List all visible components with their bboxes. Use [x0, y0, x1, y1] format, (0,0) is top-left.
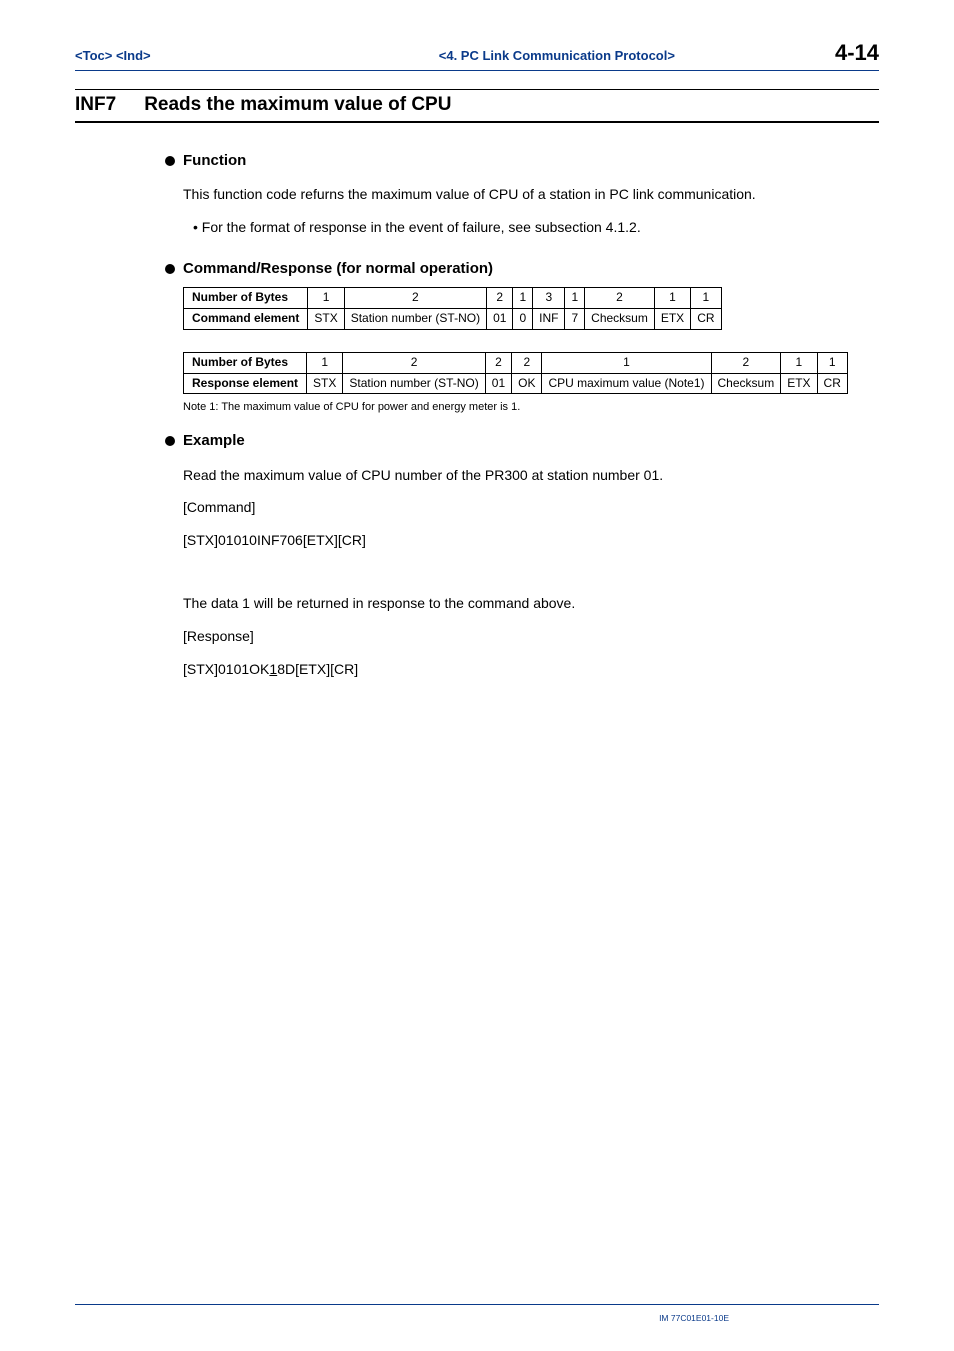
page-number: 4-14 [835, 40, 879, 66]
resp-post: 8D[ETX][CR] [277, 661, 358, 677]
table-row: Number of Bytes 1 2 2 2 1 2 1 1 [184, 352, 848, 373]
resp-pre: [STX]0101OK [183, 661, 269, 677]
cell: CR [817, 373, 847, 394]
function-heading-text: Function [183, 151, 246, 171]
cell: 7 [565, 309, 585, 330]
cell: STX [308, 309, 344, 330]
cell: 2 [585, 288, 655, 309]
cell: 3 [533, 288, 565, 309]
row-label: Command element [184, 309, 308, 330]
cell: 2 [343, 352, 485, 373]
cell: 1 [307, 352, 343, 373]
cell: 1 [565, 288, 585, 309]
cell: 1 [513, 288, 533, 309]
response-table: Number of Bytes 1 2 2 2 1 2 1 1 Response… [183, 352, 848, 395]
example-heading-text: Example [183, 431, 245, 451]
page-header: <Toc> <Ind> <4. PC Link Communication Pr… [75, 40, 879, 66]
cell: 1 [691, 288, 721, 309]
cmdresp-heading: Command/Response (for normal operation) [183, 259, 879, 279]
bullet-icon [165, 156, 175, 166]
cell: 2 [485, 352, 511, 373]
cell: 2 [487, 288, 513, 309]
response-intro: The data 1 will be returned in response … [183, 594, 879, 613]
bullet-icon [165, 264, 175, 274]
footer-rule [75, 1304, 879, 1305]
command-table: Number of Bytes 1 2 2 1 3 1 2 1 1 Comman… [183, 287, 722, 330]
cell: 01 [485, 373, 511, 394]
cell: STX [307, 373, 343, 394]
cell: CR [691, 309, 721, 330]
cell: 2 [512, 352, 542, 373]
command-label: [Command] [183, 498, 879, 517]
cell: ETX [654, 309, 690, 330]
cell: CPU maximum value (Note1) [542, 373, 711, 394]
cell: Station number (ST-NO) [343, 373, 485, 394]
section-title: Reads the maximum value of CPU [144, 94, 451, 116]
example-heading: Example [183, 431, 879, 451]
header-rule [75, 70, 879, 71]
content-area: Function This function code refurns the … [183, 151, 879, 679]
example-line1: Read the maximum value of CPU number of … [183, 466, 879, 485]
response-label: [Response] [183, 627, 879, 646]
function-description: This function code refurns the maximum v… [183, 185, 879, 204]
function-bullet: • For the format of response in the even… [207, 218, 879, 237]
cell: Checksum [711, 373, 781, 394]
cell: 2 [711, 352, 781, 373]
toc-link[interactable]: <Toc> [75, 48, 112, 63]
cell: INF [533, 309, 565, 330]
cell: 1 [817, 352, 847, 373]
cell: 0 [513, 309, 533, 330]
cell: ETX [781, 373, 817, 394]
row-label: Number of Bytes [184, 288, 308, 309]
cell: Checksum [585, 309, 655, 330]
ind-link[interactable]: <Ind> [116, 48, 151, 63]
cell: 01 [487, 309, 513, 330]
cell: 1 [308, 288, 344, 309]
nav-links[interactable]: <Toc> <Ind> [75, 48, 151, 63]
cell: OK [512, 373, 542, 394]
function-heading: Function [183, 151, 879, 171]
row-label: Response element [184, 373, 307, 394]
page-footer: IM 77C01E01-10E [75, 1297, 879, 1323]
cell: 1 [542, 352, 711, 373]
command-text: [STX]01010INF706[ETX][CR] [183, 531, 879, 550]
cell: Station number (ST-NO) [344, 309, 486, 330]
cell: 2 [344, 288, 486, 309]
table-row: Number of Bytes 1 2 2 1 3 1 2 1 1 [184, 288, 722, 309]
chapter-link[interactable]: <4. PC Link Communication Protocol> [439, 48, 675, 63]
cell: 1 [781, 352, 817, 373]
doc-id: IM 77C01E01-10E [75, 1313, 729, 1323]
cell: 1 [654, 288, 690, 309]
section-code: INF7 [75, 94, 116, 116]
section-heading: INF7 Reads the maximum value of CPU [75, 89, 879, 123]
table-row: Response element STX Station number (ST-… [184, 373, 848, 394]
note-1: Note 1: The maximum value of CPU for pow… [183, 400, 879, 415]
bullet-icon [165, 436, 175, 446]
row-label: Number of Bytes [184, 352, 307, 373]
cmdresp-heading-text: Command/Response (for normal operation) [183, 259, 493, 279]
table-row: Command element STX Station number (ST-N… [184, 309, 722, 330]
response-text: [STX]0101OK18D[ETX][CR] [183, 660, 879, 679]
